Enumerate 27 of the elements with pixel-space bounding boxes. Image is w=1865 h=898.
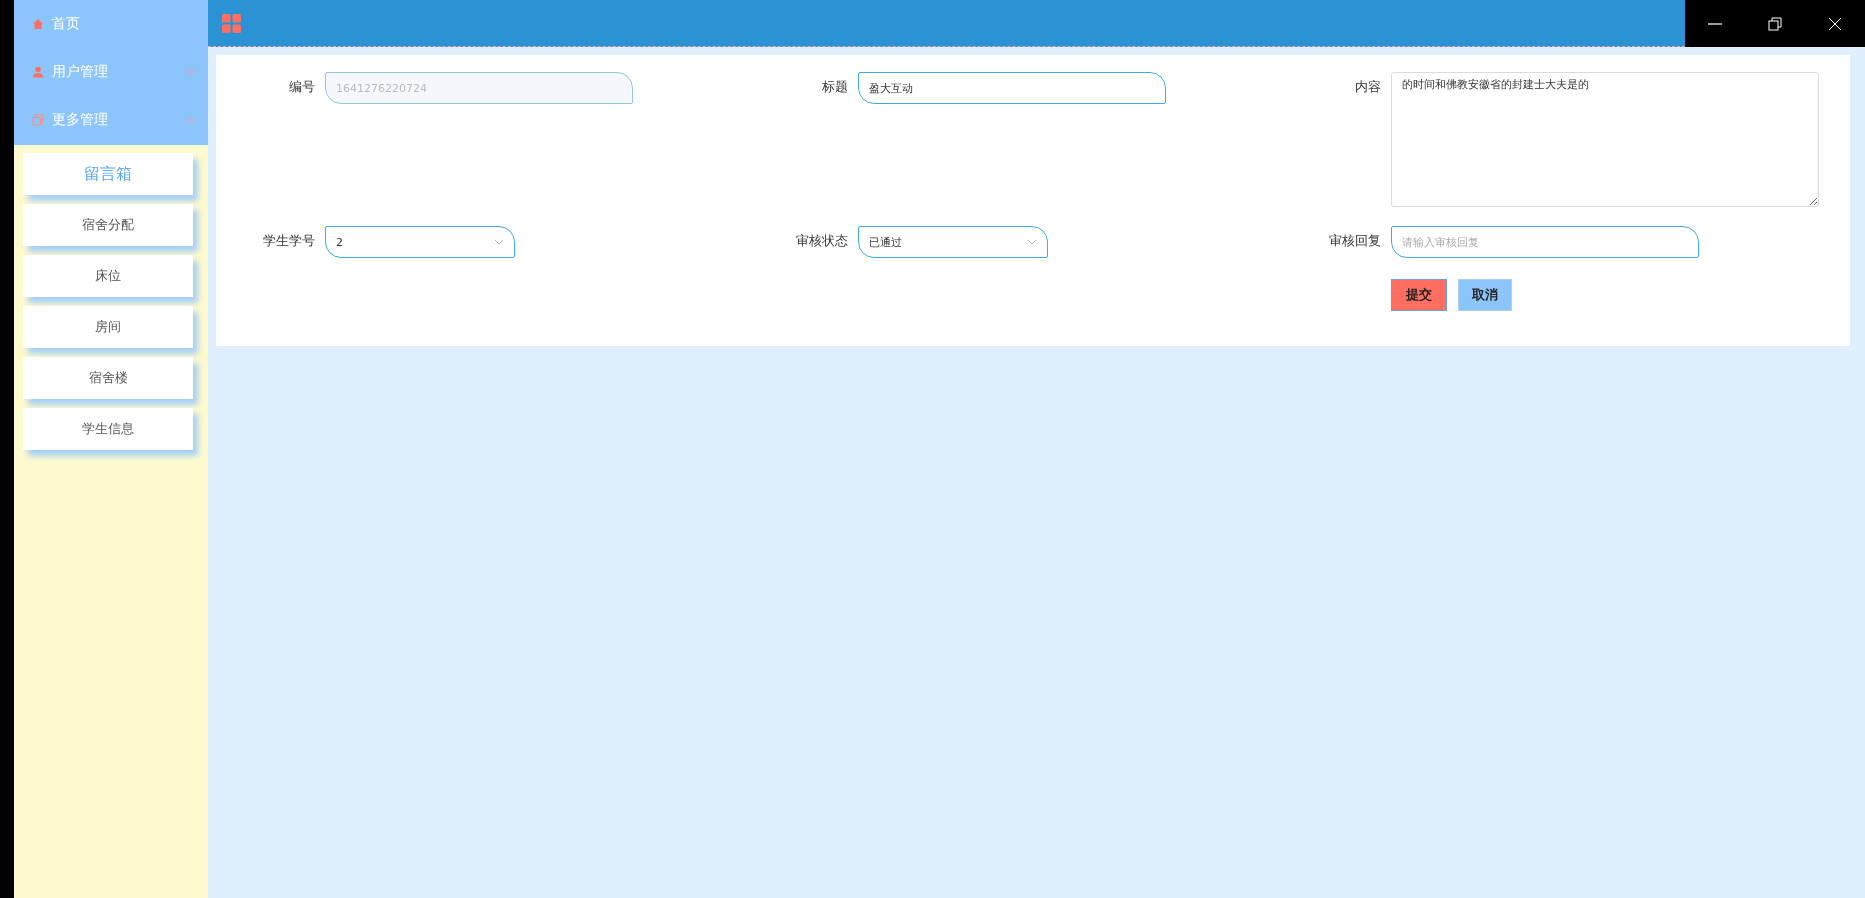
field-label: 学生学号 <box>262 232 316 250</box>
text-area[interactable]: 的时间和佛教安徽省的封建士大夫是的 <box>1391 72 1819 207</box>
cancel-button[interactable]: 取消 <box>1458 279 1512 311</box>
field-label: 审核状态 <box>795 232 849 250</box>
submenu-item[interactable]: 宿舍楼 <box>23 357 193 399</box>
grid-icon[interactable] <box>222 13 241 33</box>
field-label: 审核回复 <box>1328 232 1382 250</box>
copy-icon <box>32 114 44 126</box>
minimize-icon <box>1708 22 1722 25</box>
select-field[interactable]: 2 <box>325 226 515 258</box>
close-icon <box>1828 16 1842 31</box>
field-label: 内容 <box>1354 78 1382 96</box>
chevron-down-icon <box>494 239 504 245</box>
input-field[interactable]: 盈大互动 <box>858 72 1166 104</box>
user-icon <box>32 66 44 78</box>
chevron-down-icon <box>1027 239 1037 245</box>
input-field[interactable]: 请输入审核回复 <box>1391 226 1699 258</box>
field-label: 标题 <box>821 78 849 96</box>
submenu-item[interactable]: 房间 <box>23 306 193 348</box>
field-label: 编号 <box>288 78 316 96</box>
restore-icon <box>1768 16 1782 31</box>
submit-button[interactable]: 提交 <box>1391 279 1447 311</box>
submenu-item[interactable]: 宿舍分配 <box>23 204 193 246</box>
submenu-item[interactable]: 学生信息 <box>23 408 193 450</box>
select-field[interactable]: 已通过 <box>858 226 1048 258</box>
home-icon <box>32 18 44 30</box>
submenu-item[interactable]: 床位 <box>23 255 193 297</box>
